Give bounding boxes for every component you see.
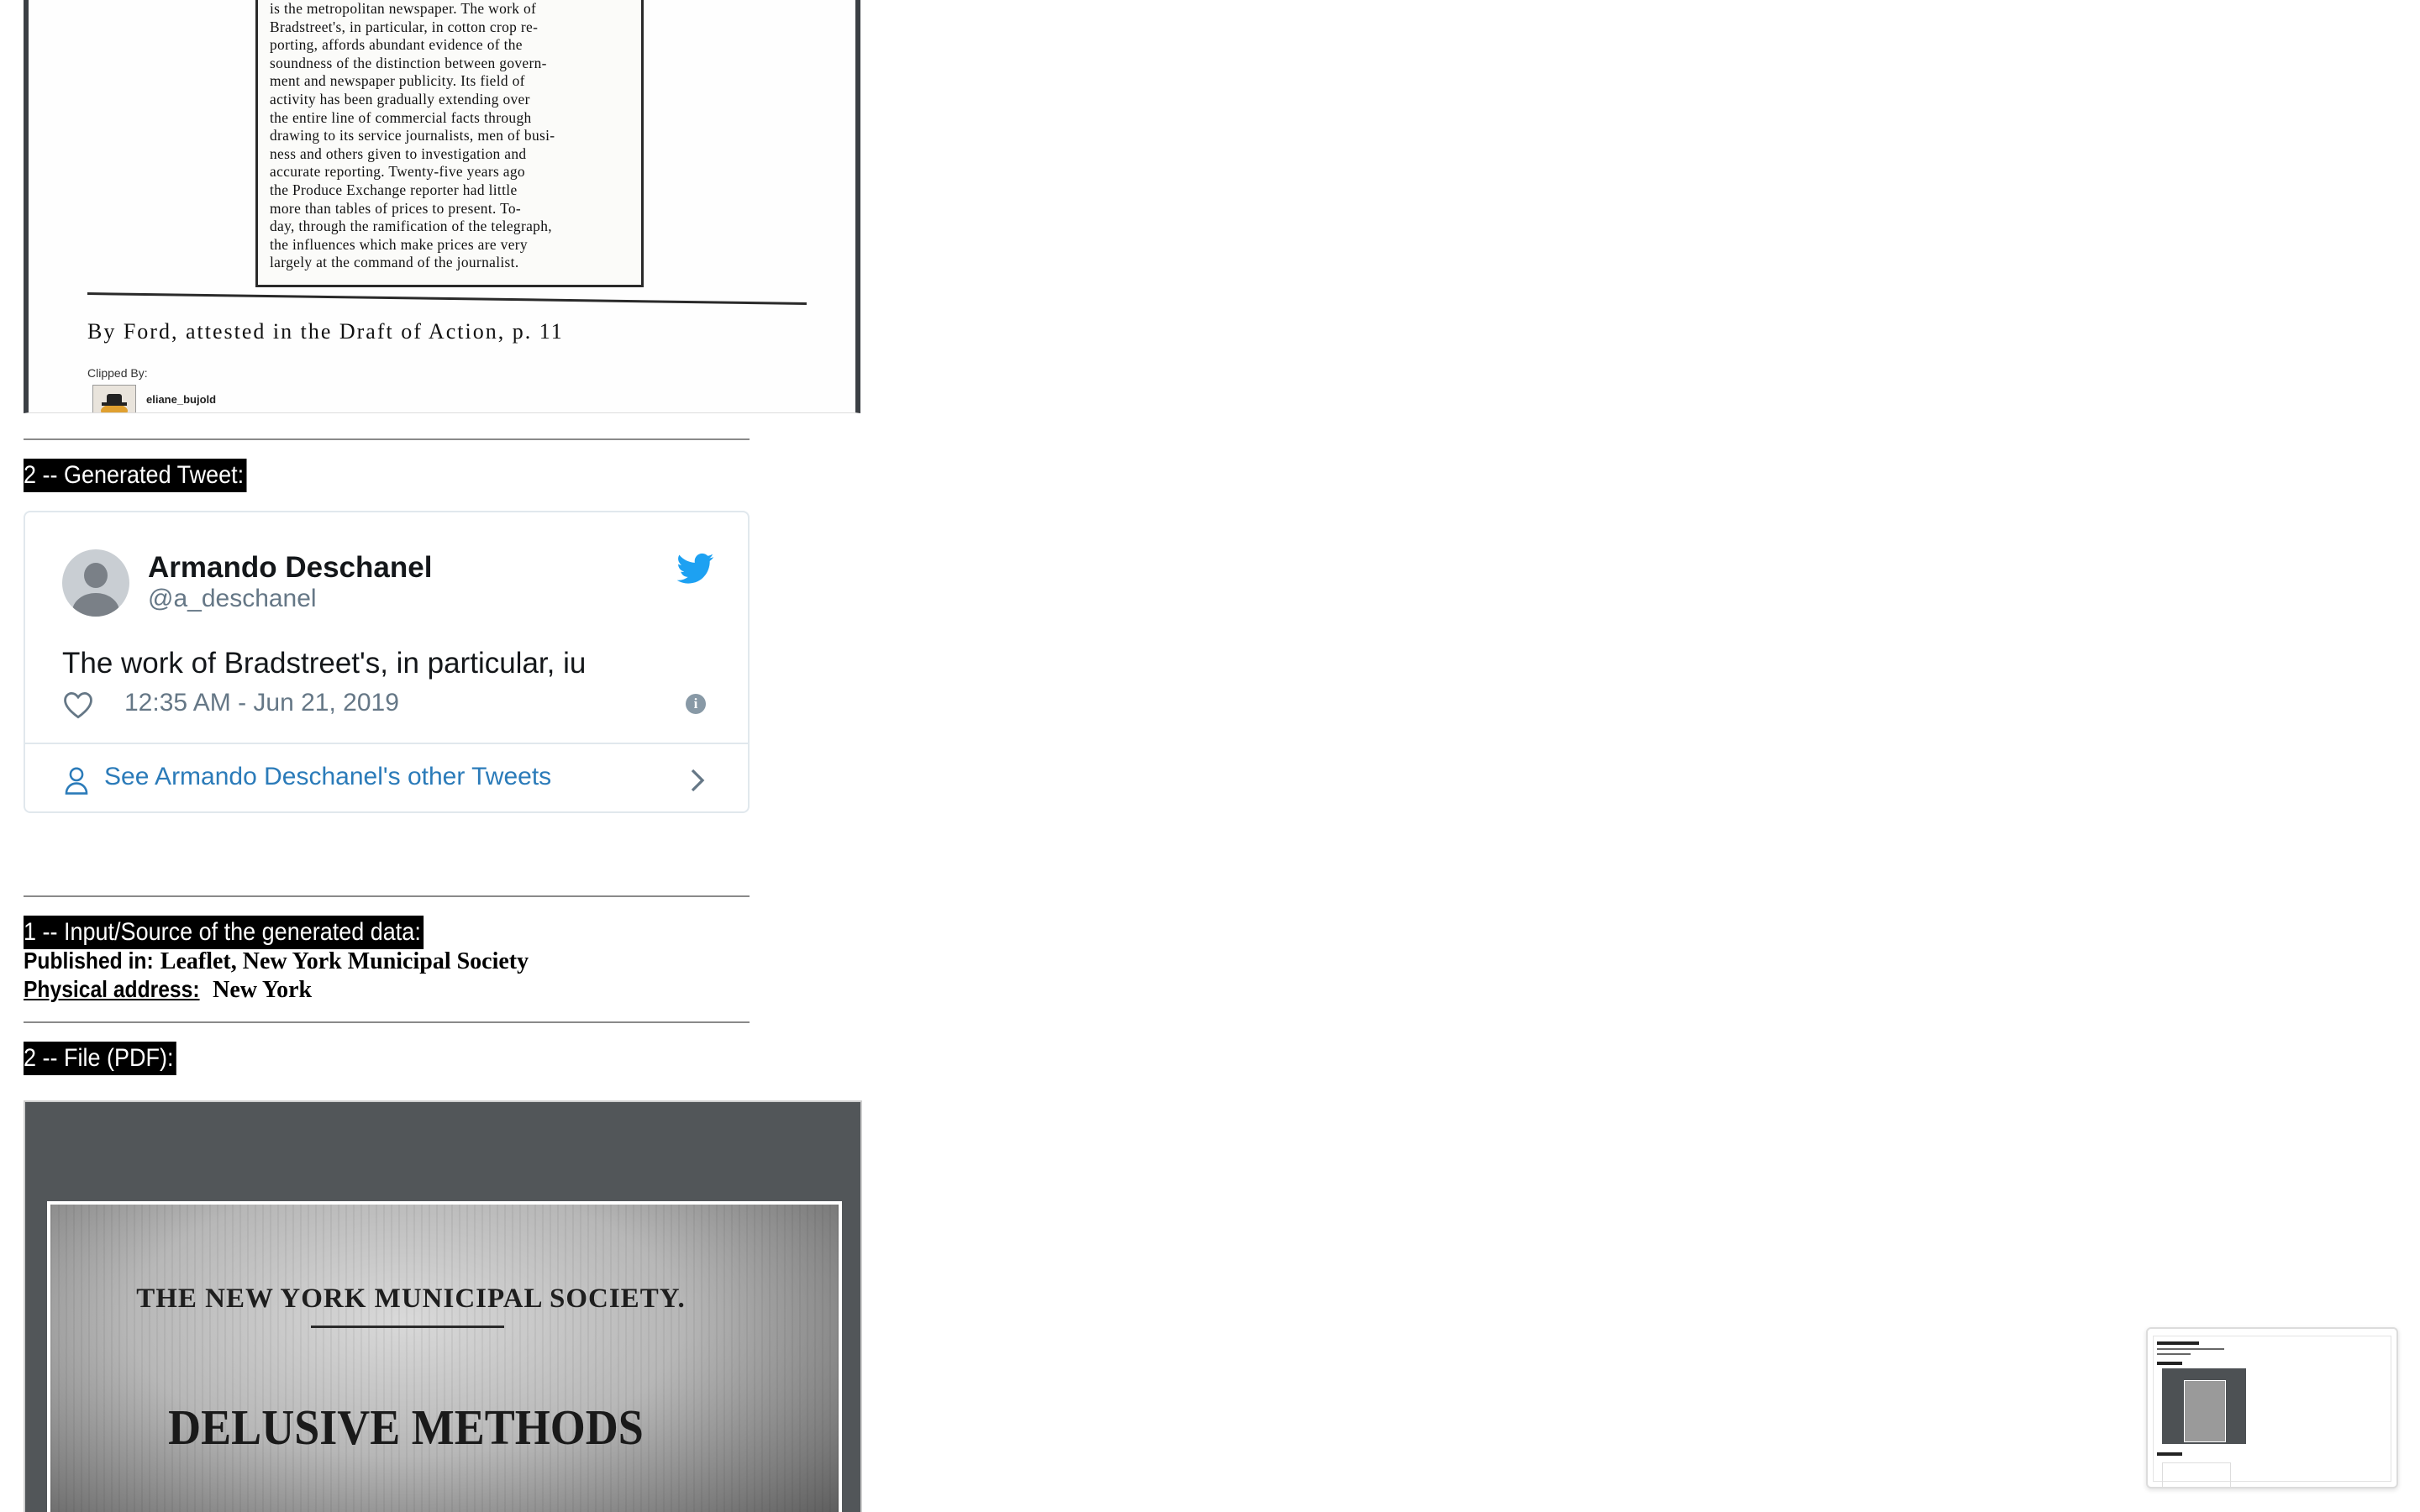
- newspaper-clipping-image: is the metropolitan newspaper. The work …: [24, 0, 860, 413]
- tweet-timestamp[interactable]: 12:35 AM - Jun 21, 2019: [124, 689, 399, 717]
- tweet-author-handle[interactable]: @a_deschanel: [148, 585, 317, 613]
- tweet-author-name[interactable]: Armando Deschanel: [148, 551, 432, 585]
- clipping-line: the influences which make prices are ver…: [270, 235, 528, 253]
- input-source-heading: 1 -- Input/Source of the generated data:: [24, 916, 424, 949]
- clipping-article-box: is the metropolitan newspaper. The work …: [255, 0, 644, 287]
- tweet-text: The work of Bradstreet's, in particular,…: [62, 647, 587, 680]
- clipping-line: more than tables of prices to present. T…: [270, 199, 522, 217]
- generated-tweet-heading: 2 -- Generated Tweet:: [24, 459, 247, 492]
- clipping-line: ment and newspaper publicity. Its field …: [270, 72, 525, 90]
- clipping-line: activity has been gradually extending ov…: [270, 90, 530, 108]
- divider: [24, 438, 750, 440]
- tweet-card[interactable]: Armando Deschanel @a_deschanel The work …: [24, 511, 750, 813]
- person-icon: [65, 767, 88, 795]
- pdf-viewer[interactable]: THE NEW YORK MUNICIPAL SOCIETY. DELUSIVE…: [24, 1100, 862, 1512]
- like-heart-icon[interactable]: [62, 690, 94, 719]
- clipping-line: largely at the command of the journalist…: [270, 254, 519, 271]
- clipping-line: the entire line of commercial facts thro…: [270, 108, 532, 126]
- pdf-rule: [311, 1326, 504, 1328]
- clipping-rule: [87, 292, 807, 305]
- clipping-line: Bradstreet's, in particular, in cotton c…: [270, 18, 539, 35]
- published-in-label: Published in:: [24, 948, 154, 974]
- clipper-username[interactable]: eliane_bujold: [146, 393, 216, 406]
- divider: [24, 895, 750, 897]
- clipping-caption: By Ford, attested in the Draft of Action…: [87, 319, 564, 344]
- file-pdf-heading: 2 -- File (PDF):: [24, 1042, 177, 1075]
- pdf-page: THE NEW YORK MUNICIPAL SOCIETY. DELUSIVE…: [47, 1201, 842, 1512]
- pdf-heading-text: THE NEW YORK MUNICIPAL SOCIETY.: [136, 1284, 686, 1314]
- page-preview-thumbnail[interactable]: [2146, 1327, 2398, 1488]
- clipping-line: ness and others given to investigation a…: [270, 144, 527, 162]
- clipping-line: accurate reporting. Twenty-five years ag…: [270, 163, 525, 181]
- physical-address-value: New York: [213, 977, 313, 1003]
- physical-address-label: Physical address:: [24, 976, 200, 1002]
- clipping-line: soundness of the distinction between gov…: [270, 54, 547, 71]
- info-icon[interactable]: i: [686, 694, 706, 714]
- see-other-tweets-link[interactable]: See Armando Deschanel's other Tweets: [104, 763, 551, 791]
- pdf-title-text: DELUSIVE METHODS: [168, 1399, 644, 1455]
- tweet-divider: [25, 743, 748, 744]
- clipping-line: is the metropolitan newspaper. The work …: [270, 0, 537, 17]
- clipping-line: day, through the ramification of the tel…: [270, 218, 552, 235]
- user-avatar[interactable]: [62, 549, 129, 617]
- clipper-avatar: [92, 385, 136, 412]
- divider: [24, 1021, 750, 1023]
- twitter-bird-icon[interactable]: [677, 553, 714, 585]
- published-in-line: Published in: Leaflet, New York Municipa…: [24, 948, 529, 975]
- chevron-right-icon[interactable]: [689, 768, 706, 793]
- published-in-value: Leaflet, New York Municipal Society: [160, 948, 529, 974]
- physical-address-line: Physical address: New York: [24, 976, 312, 1004]
- clipping-line: porting, affords abundant evidence of th…: [270, 36, 523, 54]
- clipped-by-label: Clipped By:: [87, 366, 148, 380]
- clipping-line: drawing to its service journalists, men …: [270, 127, 555, 144]
- clipping-line: the Produce Exchange reporter had little: [270, 181, 518, 198]
